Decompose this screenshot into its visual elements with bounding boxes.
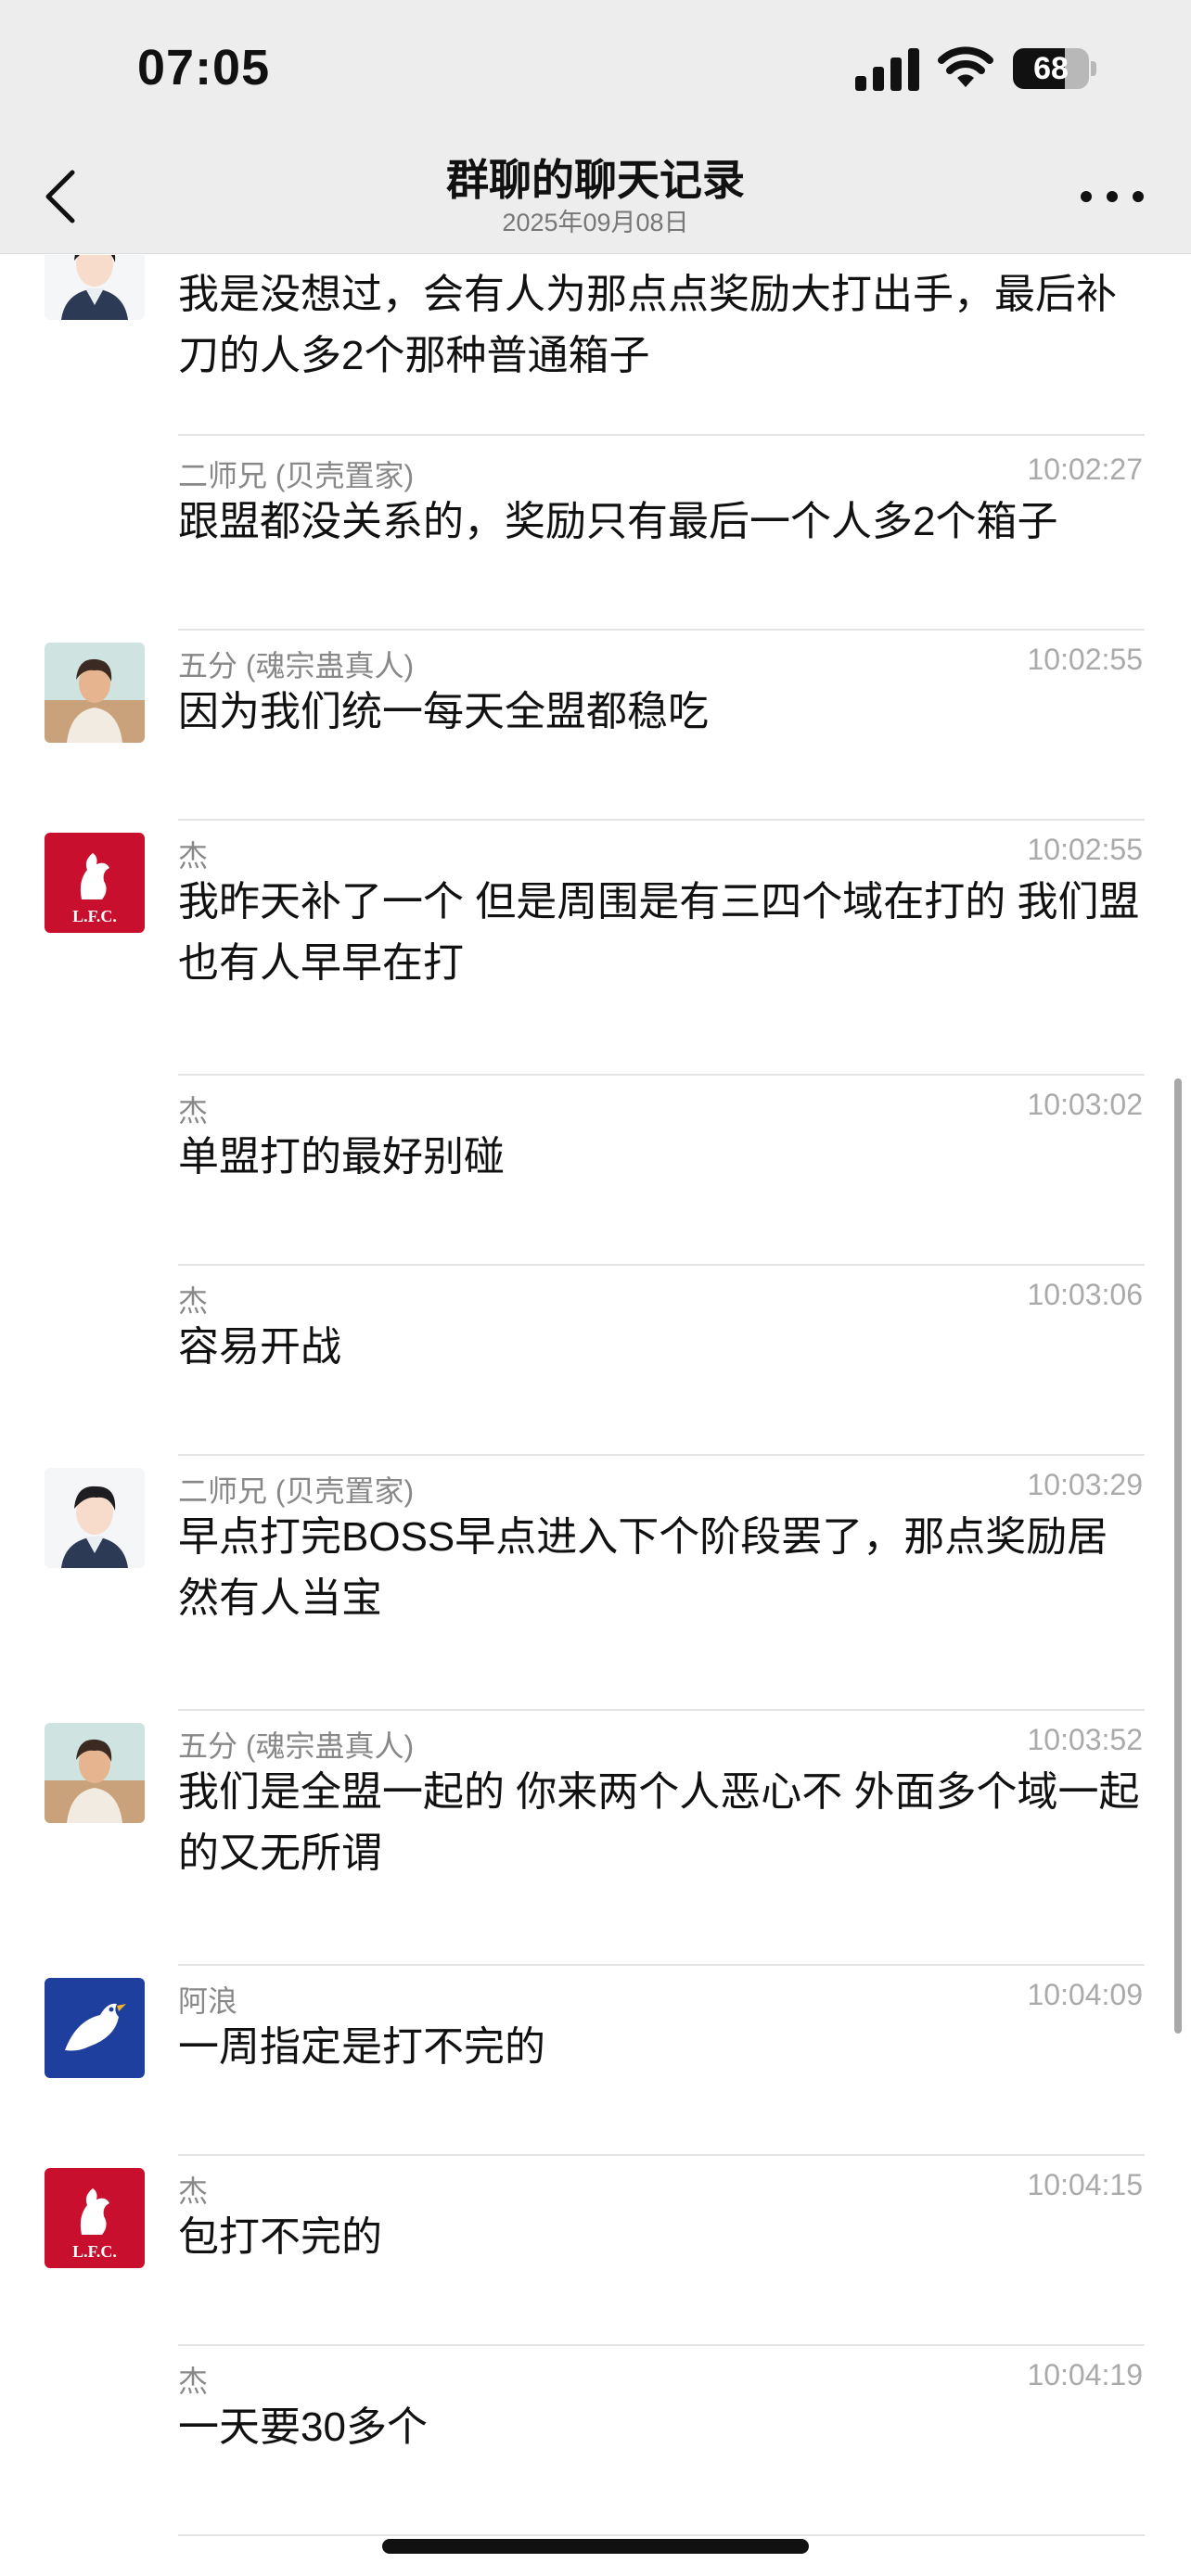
scrollbar[interactable] <box>1174 1078 1182 2034</box>
message-text: 我们是全盟一起的 你来两个人恶心不 外面多个域一起的又无所谓 <box>178 1769 1140 1876</box>
message-item[interactable]: 杰 10:03:02 单盟打的最好别碰 <box>0 1080 1191 1270</box>
page-title: 群聊的聊天记录 <box>446 156 745 204</box>
nav-bar: 群聊的聊天记录 2025年09月08日 <box>0 139 1191 254</box>
sender-name: 杰 <box>178 2365 209 2398</box>
boy-avatar[interactable] <box>45 255 145 320</box>
lfc-logo-avatar[interactable]: L.F.C. <box>45 833 145 933</box>
message-divider <box>178 629 1145 631</box>
message-time: 10:03:52 <box>1027 1723 1143 1756</box>
sender-name: 阿浪 <box>178 1984 238 2018</box>
sender-name: 杰 <box>178 1284 209 1318</box>
message-time: 10:02:55 <box>1027 643 1143 676</box>
message-time: 10:03:29 <box>1027 1468 1143 1501</box>
message-item[interactable]: 杰 10:04:19 一天要30多个 <box>0 2351 1191 2541</box>
message-time: 10:02:27 <box>1027 453 1143 486</box>
sender-name: 二师兄 (贝壳置家) <box>178 1474 415 1508</box>
message-item[interactable]: 五分 (魂宗蛊真人) 10:02:55 因为我们统一每天全盟都稳吃 <box>0 635 1191 825</box>
message-text: 早点打完BOSS早点进入下个阶段罢了，那点奖励居然有人当宝 <box>178 1514 1108 1621</box>
message-text: 容易开战 <box>178 1324 341 1370</box>
illustrated-man-avatar[interactable] <box>45 643 145 743</box>
status-bar: 07:05 68 <box>0 0 1191 139</box>
sender-name: 五分 (魂宗蛊真人) <box>178 649 415 682</box>
message-divider <box>178 2154 1145 2156</box>
message-text: 我昨天补了一个 但是周围是有三四个域在打的 我们盟也有人早早在打 <box>178 879 1140 986</box>
message-divider <box>178 2344 1145 2346</box>
message-item[interactable]: 阿浪 10:04:09 一周指定是打不完的 <box>0 1970 1191 2161</box>
message-divider <box>178 434 1145 436</box>
message-time: 10:03:06 <box>1027 1278 1143 1311</box>
message-item[interactable]: 二师兄 (贝壳置家) 10:03:29 早点打完BOSS早点进入下个阶段罢了，那… <box>0 1460 1191 1715</box>
battery-icon: 68 <box>1013 48 1096 89</box>
message-text: 包打不完的 <box>178 2214 382 2260</box>
message-text: 跟盟都没关系的，奖励只有最后一个人多2个箱子 <box>178 499 1058 544</box>
battery-percent: 68 <box>1033 51 1069 86</box>
boy-avatar[interactable] <box>45 1468 145 1568</box>
sender-name: 杰 <box>178 2174 209 2208</box>
message-divider <box>178 1074 1145 1076</box>
message-text: 一周指定是打不完的 <box>178 2024 545 2070</box>
message-item[interactable]: L.F.C. 杰 10:02:55 我昨天补了一个 但是周围是有三四个域在打的 … <box>0 825 1191 1080</box>
message-time: 10:04:15 <box>1027 2168 1143 2201</box>
message-divider <box>178 819 1145 821</box>
message-divider <box>178 1709 1145 1711</box>
home-indicator[interactable] <box>382 2539 809 2554</box>
message-item[interactable]: 我是没想过，会有人为那点点奖励大打出手，最后补刀的人多2个那种普通箱子 <box>0 255 1191 436</box>
message-text: 我是没想过，会有人为那点点奖励大打出手，最后补刀的人多2个那种普通箱子 <box>178 272 1117 378</box>
status-time: 07:05 <box>137 40 271 96</box>
illustrated-man-avatar[interactable] <box>45 1723 145 1823</box>
message-item[interactable]: 杰 10:03:06 容易开战 <box>0 1270 1191 1460</box>
message-time: 10:04:09 <box>1027 1978 1143 2011</box>
message-text: 单盟打的最好别碰 <box>178 1134 505 1180</box>
message-divider <box>178 1454 1145 1456</box>
sender-name: 杰 <box>178 1094 209 1128</box>
message-item[interactable]: 五分 (魂宗蛊真人) 10:03:52 我们是全盟一起的 你来两个人恶心不 外面… <box>0 1715 1191 1970</box>
message-divider <box>178 1964 1145 1966</box>
message-time: 10:03:02 <box>1027 1088 1143 1121</box>
sender-name: 五分 (魂宗蛊真人) <box>178 1729 415 1763</box>
svg-text:L.F.C.: L.F.C. <box>72 2242 117 2261</box>
message-item[interactable]: L.F.C. 杰 10:04:15 包打不完的 <box>0 2161 1191 2351</box>
message-divider <box>178 2534 1145 2536</box>
more-dots-icon[interactable] <box>1076 176 1148 217</box>
lfc-logo-avatar[interactable]: L.F.C. <box>45 2168 145 2268</box>
svg-text:L.F.C.: L.F.C. <box>72 907 117 925</box>
message-time: 10:02:55 <box>1027 833 1143 866</box>
message-time: 10:04:19 <box>1027 2358 1143 2391</box>
message-item[interactable]: 二师兄 (贝壳置家) 10:02:27 跟盟都没关系的，奖励只有最后一个人多2个… <box>0 445 1191 635</box>
sender-name: 二师兄 (贝壳置家) <box>178 459 415 492</box>
sender-name: 杰 <box>178 839 209 873</box>
bird-avatar[interactable] <box>45 1978 145 2078</box>
message-text: 一天要30多个 <box>178 2404 428 2450</box>
chat-history-list[interactable]: 我是没想过，会有人为那点点奖励大打出手，最后补刀的人多2个那种普通箱子 二师兄 … <box>0 255 1191 2576</box>
message-text: 因为我们统一每天全盟都稳吃 <box>178 689 709 734</box>
message-divider <box>178 1264 1145 1266</box>
cellular-signal-icon <box>855 48 919 91</box>
page-subtitle-date: 2025年09月08日 <box>502 209 689 236</box>
wifi-icon <box>938 46 993 87</box>
